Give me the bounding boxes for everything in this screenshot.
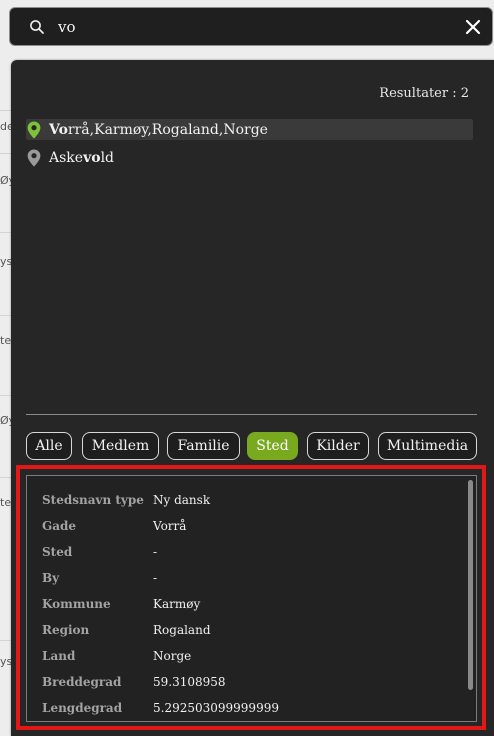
filter-chip-familie[interactable]: Familie [167, 432, 240, 460]
detail-row: By - [42, 568, 157, 588]
detail-key: Gade [42, 519, 77, 533]
scrollbar-thumb[interactable] [468, 480, 473, 690]
divider [26, 414, 477, 415]
result-label: Askevold [49, 149, 115, 166]
detail-key: Lengdegrad [42, 701, 123, 715]
details-highlight-frame: Stedsnavn type Ny dansk Gade Vorrå Sted … [16, 465, 486, 730]
detail-row: Breddegrad 59.3108958 [42, 672, 226, 692]
search-icon [30, 20, 44, 34]
result-item[interactable]: Vorrå,Karmøy,Rogaland,Norge [26, 119, 473, 140]
location-pin-icon [27, 149, 41, 167]
detail-row: Land Norge [42, 646, 191, 666]
detail-row: Sted - [42, 542, 157, 562]
location-pin-icon [27, 121, 41, 139]
filter-chip-medlem[interactable]: Medlem [82, 432, 159, 460]
detail-value: 5.292503099999999 [153, 701, 279, 715]
detail-key: Land [42, 649, 76, 663]
detail-row: Lengdegrad 5.292503099999999 [42, 698, 279, 718]
close-icon[interactable] [464, 18, 482, 36]
detail-value: 59.3108958 [153, 675, 226, 689]
search-results-panel: Resultater : 2 Vorrå,Karmøy,Rogaland,Nor… [11, 60, 494, 736]
detail-row: Stedsnavn type Ny dansk [42, 490, 210, 510]
search-bar [9, 7, 493, 46]
detail-value: Karmøy [153, 597, 201, 611]
detail-row: Kommune Karmøy [42, 594, 200, 614]
search-input[interactable] [58, 16, 438, 38]
result-label: Vorrå,Karmøy,Rogaland,Norge [49, 121, 268, 138]
detail-row: Region Rogaland [42, 620, 211, 640]
place-details: Stedsnavn type Ny dansk Gade Vorrå Sted … [26, 475, 477, 722]
results-count: Resultater : 2 [379, 86, 469, 101]
detail-row: Gade Vorrå [42, 516, 186, 536]
detail-key: By [42, 571, 60, 585]
detail-value: Vorrå [153, 519, 187, 533]
filter-chip-alle[interactable]: Alle [26, 432, 72, 460]
detail-key: Breddegrad [42, 675, 122, 689]
detail-value: Norge [153, 649, 192, 663]
detail-key: Region [42, 623, 90, 637]
detail-value: Ny dansk [153, 493, 211, 507]
filter-chip-sted[interactable]: Sted [247, 432, 298, 460]
detail-value: Rogaland [153, 623, 211, 637]
detail-key: Sted [42, 545, 73, 559]
result-item[interactable]: Askevold [26, 147, 473, 168]
detail-value: - [153, 545, 158, 559]
detail-value: - [153, 571, 158, 585]
filter-chip-kilder[interactable]: Kilder [307, 432, 369, 460]
detail-key: Kommune [42, 597, 111, 611]
detail-key: Stedsnavn type [42, 493, 144, 507]
filter-chip-multimedia[interactable]: Multimedia [378, 432, 477, 460]
